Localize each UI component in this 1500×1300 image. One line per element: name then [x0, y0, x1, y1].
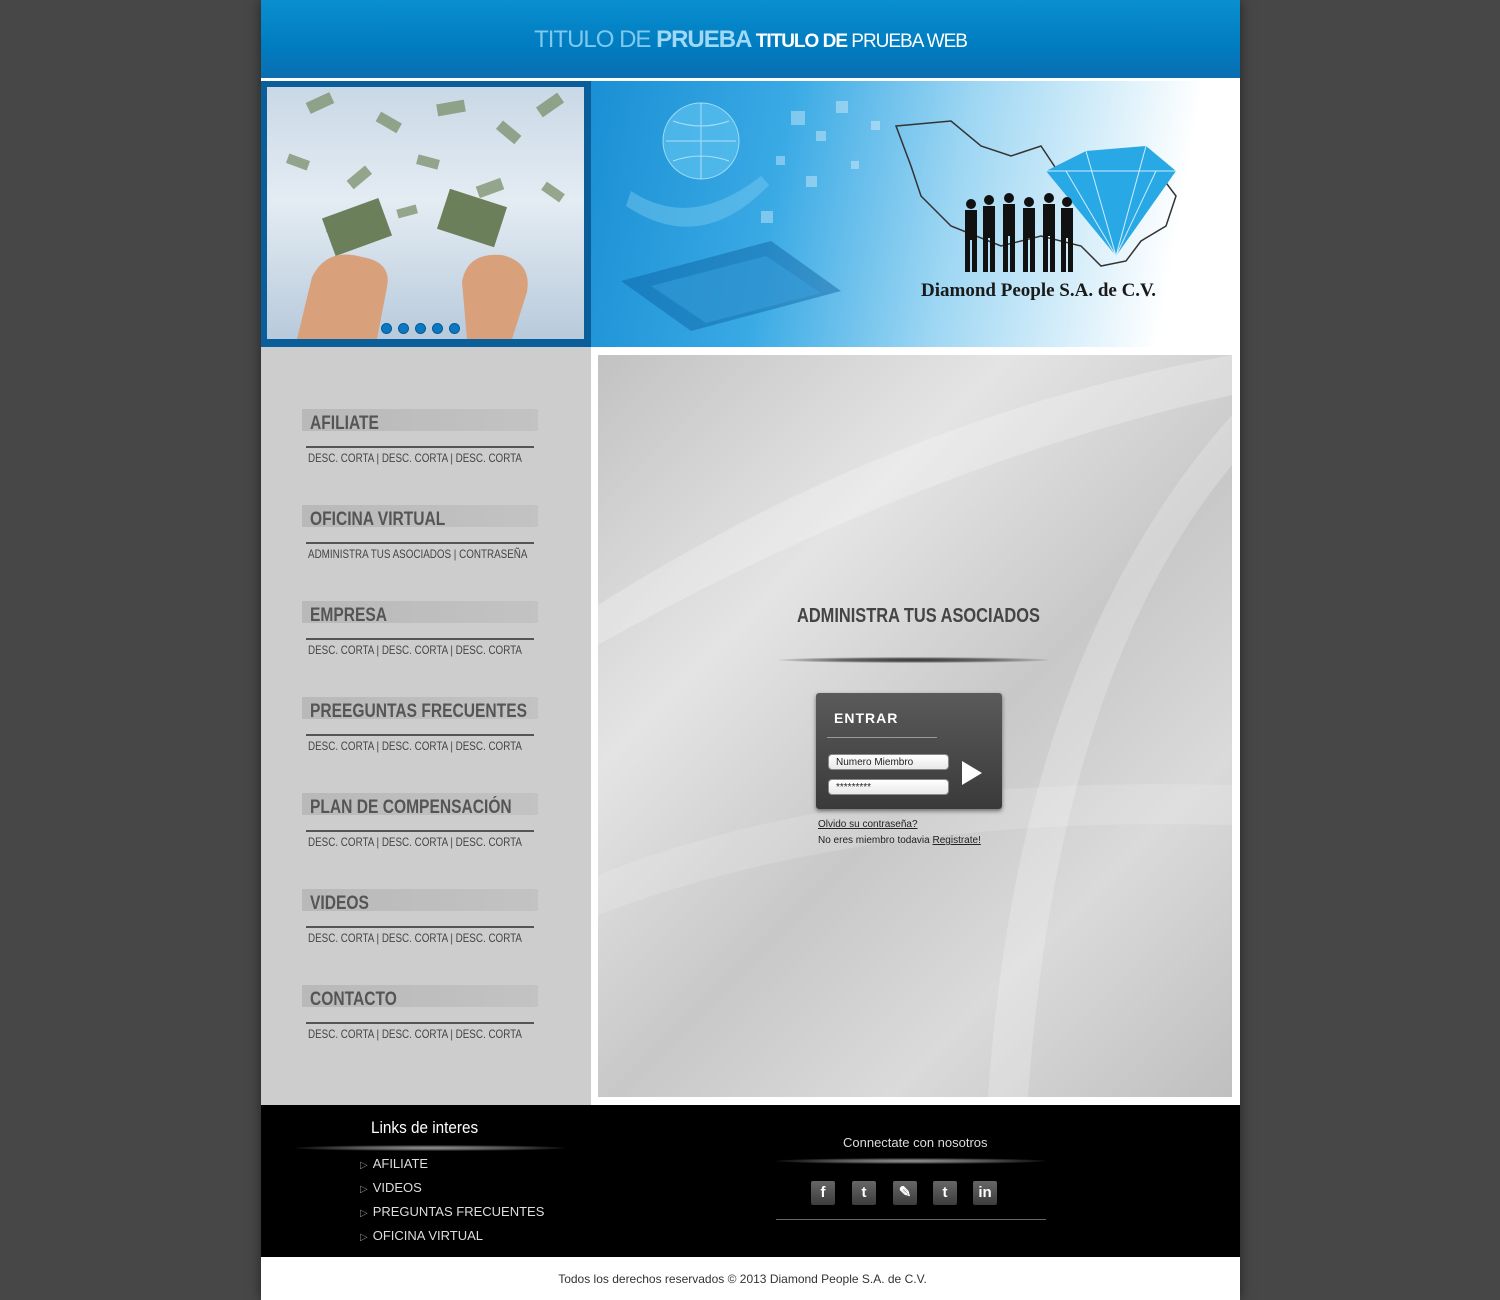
money-hands-illustration: [285, 92, 565, 339]
content-area: AFILIATE DESC. CORTA | DESC. CORTA | DES…: [261, 347, 1240, 1105]
company-logo-graphic: [894, 120, 1177, 272]
site-title-part1: TITULO DE: [534, 26, 657, 53]
sidebar-item-videos[interactable]: VIDEOS DESC. CORTA | DESC. CORTA | DESC.…: [302, 889, 538, 969]
site-title: TITULO DE PRUEBA TITULO DE PRUEBA WEB: [261, 26, 1240, 54]
nav-divider: [306, 1022, 534, 1024]
main-section-title: ADMINISTRA TUS ASOCIADOS: [797, 605, 1040, 627]
sidebar-item-afiliate[interactable]: AFILIATE DESC. CORTA | DESC. CORTA | DES…: [302, 409, 538, 489]
sidebar-item-plan-compensacion[interactable]: PLAN DE COMPENSACIÓN DESC. CORTA | DESC.…: [302, 793, 538, 873]
sidebar-item-title[interactable]: VIDEOS: [310, 893, 369, 915]
register-link[interactable]: Registrate!: [933, 835, 981, 846]
slider-dot-1[interactable]: [381, 323, 392, 334]
forgot-password-link[interactable]: Olvido su contraseña?: [818, 819, 918, 830]
linkedin-icon[interactable]: in: [973, 1181, 997, 1205]
tumblr-icon[interactable]: t: [933, 1181, 957, 1205]
nav-divider: [306, 926, 534, 928]
password-input[interactable]: *********: [828, 779, 949, 795]
site-title-part4: PRUEBA WEB: [851, 31, 968, 52]
nav-divider: [306, 542, 534, 544]
footer-links-title: Links de interes: [371, 1118, 479, 1137]
sidebar-item-preguntas-frecuentes[interactable]: PREEGUNTAS FRECUENTES DESC. CORTA | DESC…: [302, 697, 538, 777]
arrow-right-icon: ▷: [360, 1208, 368, 1219]
sidebar-item-desc: ADMINISTRA TUS ASOCIADOS | CONTRASEÑA: [308, 547, 528, 561]
sidebar-item-desc: DESC. CORTA | DESC. CORTA | DESC. CORTA: [308, 835, 522, 849]
sidebar-item-desc: DESC. CORTA | DESC. CORTA | DESC. CORTA: [308, 931, 522, 945]
page-container: TITULO DE PRUEBA TITULO DE PRUEBA WEB Di…: [261, 0, 1240, 1300]
slide-money-image: [267, 87, 584, 339]
login-links: Olvido su contraseña? No eres miembro to…: [818, 817, 981, 849]
connect-divider: [776, 1158, 1046, 1164]
footer-link-afiliate[interactable]: ▷ AFILIATE: [360, 1156, 428, 1171]
nav-divider: [306, 446, 534, 448]
twitter-icon[interactable]: t: [852, 1181, 876, 1205]
footer-link-label[interactable]: OFICINA VIRTUAL: [373, 1228, 483, 1243]
site-header: TITULO DE PRUEBA TITULO DE PRUEBA WEB: [261, 0, 1240, 78]
sidebar-item-title[interactable]: CONTACTO: [310, 989, 397, 1011]
sidebar-item-title[interactable]: EMPRESA: [310, 605, 387, 627]
myspace-icon[interactable]: ✎: [893, 1181, 917, 1205]
sidebar: AFILIATE DESC. CORTA | DESC. CORTA | DES…: [261, 347, 591, 1105]
slider-dot-3[interactable]: [415, 323, 426, 334]
sidebar-item-title[interactable]: PLAN DE COMPENSACIÓN: [310, 797, 512, 819]
login-divider: [827, 737, 937, 738]
slider-dot-4[interactable]: [432, 323, 443, 334]
copyright-text: Todos los derechos reservados © 2013 Dia…: [558, 1272, 927, 1286]
facebook-icon[interactable]: f: [811, 1181, 835, 1205]
nav-divider: [306, 638, 534, 640]
sidebar-item-title[interactable]: PREEGUNTAS FRECUENTES: [310, 701, 527, 723]
footer-link-label[interactable]: PREGUNTAS FRECUENTES: [373, 1204, 545, 1219]
main-panel: ADMINISTRA TUS ASOCIADOS ENTRAR Numero M…: [598, 355, 1232, 1097]
connect-title: Connectate con nosotros: [843, 1135, 988, 1150]
slider-dot-5[interactable]: [449, 323, 460, 334]
sidebar-item-desc: DESC. CORTA | DESC. CORTA | DESC. CORTA: [308, 739, 522, 753]
sidebar-item-desc: DESC. CORTA | DESC. CORTA | DESC. CORTA: [308, 643, 522, 657]
not-member-text: No eres miembro todavia: [818, 835, 933, 846]
login-heading: ENTRAR: [834, 710, 899, 726]
connect-bottom-divider: [776, 1219, 1046, 1220]
sidebar-item-title[interactable]: OFICINA VIRTUAL: [310, 509, 445, 531]
sidebar-item-desc: DESC. CORTA | DESC. CORTA | DESC. CORTA: [308, 1027, 522, 1041]
footer-link-label[interactable]: VIDEOS: [373, 1180, 422, 1195]
login-box: ENTRAR Numero Miembro *********: [816, 693, 1002, 809]
arrow-right-icon: ▷: [360, 1160, 368, 1171]
nav-divider: [306, 830, 534, 832]
sidebar-item-title[interactable]: AFILIATE: [310, 413, 379, 435]
footer: Links de interes ▷ AFILIATE ▷ VIDEOS ▷ PREG…: [261, 1105, 1240, 1257]
company-logo-text: Diamond People S.A. de C.V.: [921, 280, 1157, 301]
footer-link-preguntas[interactable]: ▷ PREGUNTAS FRECUENTES: [360, 1204, 544, 1219]
site-title-part3: TITULO DE: [751, 31, 852, 52]
site-title-part2: PRUEBA: [656, 26, 752, 53]
arrow-right-icon: ▷: [360, 1184, 368, 1195]
nav-divider: [306, 734, 534, 736]
footer-link-videos[interactable]: ▷ VIDEOS: [360, 1180, 422, 1195]
image-slider: [261, 81, 591, 347]
sidebar-item-oficina-virtual[interactable]: OFICINA VIRTUAL ADMINISTRA TUS ASOCIADOS…: [302, 505, 538, 585]
arrow-right-icon: ▷: [360, 1232, 368, 1243]
sidebar-item-desc: DESC. CORTA | DESC. CORTA | DESC. CORTA: [308, 451, 522, 465]
footer-links-divider: [295, 1145, 565, 1151]
footer-link-oficina[interactable]: ▷ OFICINA VIRTUAL: [360, 1228, 483, 1243]
banner: Diamond People S.A. de C.V.: [261, 81, 1240, 347]
title-divider: [779, 657, 1049, 663]
member-number-input[interactable]: Numero Miembro: [828, 754, 949, 770]
login-submit-arrow-icon[interactable]: [962, 761, 982, 785]
slider-dot-2[interactable]: [398, 323, 409, 334]
footer-link-label[interactable]: AFILIATE: [373, 1156, 428, 1171]
sidebar-item-contacto[interactable]: CONTACTO DESC. CORTA | DESC. CORTA | DES…: [302, 985, 538, 1065]
sidebar-item-empresa[interactable]: EMPRESA DESC. CORTA | DESC. CORTA | DESC…: [302, 601, 538, 681]
banner-tech-illustration: [621, 101, 880, 331]
